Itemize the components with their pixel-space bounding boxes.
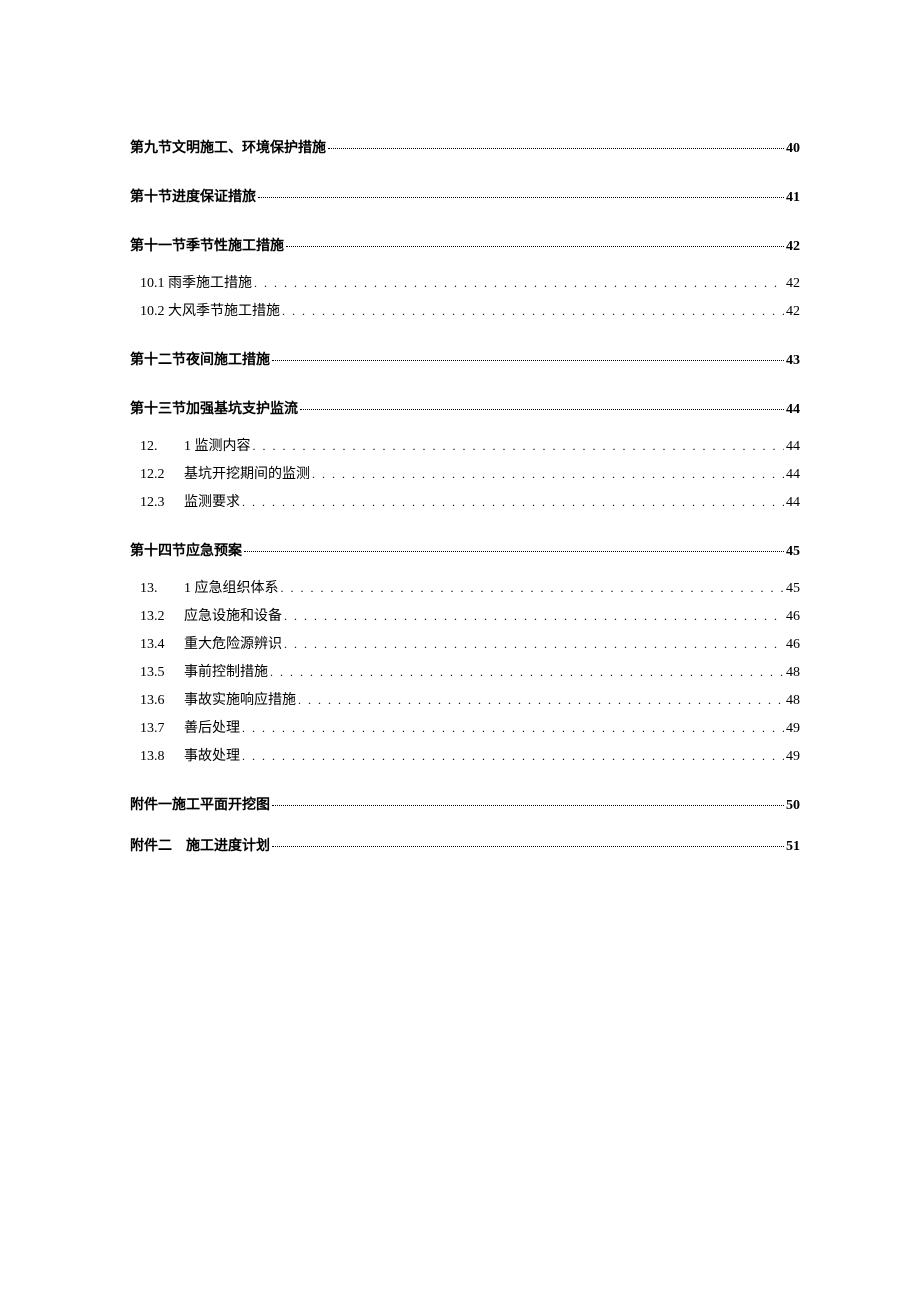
toc-page: 44	[786, 399, 800, 420]
toc-page: 41	[786, 187, 800, 208]
toc-entry: 附件二 施工进度计划 51	[130, 836, 800, 857]
toc-leader	[272, 804, 784, 806]
toc-page: 44	[786, 436, 800, 457]
toc-sub-block: 12.1 监测内容 44 12.2基坑开挖期间的监测 44 12.3监测要求 4…	[130, 436, 800, 513]
toc-sub-label: 13.2应急设施和设备	[140, 606, 282, 627]
toc-sub-entry: 13.2应急设施和设备 46	[140, 606, 800, 627]
toc-sub-block: 13.1 应急组织体系 45 13.2应急设施和设备 46 13.4重大危险源辨…	[130, 578, 800, 767]
toc-sub-entry: 10.1 雨季施工措施 42	[140, 273, 800, 294]
toc-leader	[258, 196, 784, 198]
toc-label: 第十四节应急预案	[130, 541, 242, 562]
toc-page: 40	[786, 138, 800, 159]
toc-page: 51	[786, 836, 800, 857]
toc-leader	[284, 635, 784, 653]
toc-leader	[284, 607, 784, 625]
toc-entry: 附件一施工平面开挖图 50	[130, 795, 800, 816]
toc-leader	[242, 747, 784, 765]
toc-sub-label: 13.8事故处理	[140, 746, 240, 767]
toc-page: 44	[786, 492, 800, 513]
toc-page: 42	[786, 301, 800, 322]
toc-sub-entry: 13.5事前控制措施 48	[140, 662, 800, 683]
toc-label: 第十二节夜间施工措施	[130, 350, 270, 371]
toc-leader	[298, 691, 784, 709]
toc-sub-entry: 13.7善后处理 49	[140, 718, 800, 739]
toc-page: 42	[786, 236, 800, 257]
toc-sub-label: 12.1 监测内容	[140, 436, 251, 457]
toc-page: 44	[786, 464, 800, 485]
toc-page: 46	[786, 606, 800, 627]
toc-entry: 第十三节加强基坑支护监流 44	[130, 399, 800, 420]
toc-leader	[312, 465, 784, 483]
toc-sub-label: 10.1 雨季施工措施	[140, 273, 252, 294]
toc-leader	[244, 550, 784, 552]
toc-page: 45	[786, 578, 800, 599]
toc-page: 49	[786, 718, 800, 739]
toc-page: 50	[786, 795, 800, 816]
toc-leader	[242, 493, 784, 511]
toc-sub-label: 13.7善后处理	[140, 718, 240, 739]
toc-sub-entry: 12.1 监测内容 44	[140, 436, 800, 457]
toc-entry: 第十二节夜间施工措施 43	[130, 350, 800, 371]
toc-leader	[281, 579, 785, 597]
toc-page: 48	[786, 690, 800, 711]
toc-sub-label: 13.6事故实施响应措施	[140, 690, 296, 711]
toc-sub-entry: 13.4重大危险源辨识 46	[140, 634, 800, 655]
toc-leader	[282, 302, 784, 320]
toc-label: 附件一施工平面开挖图	[130, 795, 270, 816]
toc-sub-label: 13.5事前控制措施	[140, 662, 268, 683]
toc-page: 46	[786, 634, 800, 655]
toc-sub-label: 13.4重大危险源辨识	[140, 634, 282, 655]
toc-label: 第九节文明施工、环境保护措施	[130, 138, 326, 159]
toc-label: 第十一节季节性施工措施	[130, 236, 284, 257]
toc-leader	[242, 719, 784, 737]
toc-sub-entry: 13.1 应急组织体系 45	[140, 578, 800, 599]
toc-label: 第十三节加强基坑支护监流	[130, 399, 298, 420]
toc-leader	[300, 408, 784, 410]
toc-page: 43	[786, 350, 800, 371]
toc-sub-entry: 12.3监测要求 44	[140, 492, 800, 513]
toc-leader	[328, 147, 784, 149]
toc-leader	[253, 437, 785, 455]
toc-entry: 第十节进度保证措旅 41	[130, 187, 800, 208]
toc-entry: 第十四节应急预案 45	[130, 541, 800, 562]
toc-leader	[286, 245, 784, 247]
toc-label: 附件二 施工进度计划	[130, 836, 270, 857]
toc-sub-label: 10.2 大风季节施工措施	[140, 301, 280, 322]
toc-page: 42	[786, 273, 800, 294]
toc-sub-entry: 13.6事故实施响应措施 48	[140, 690, 800, 711]
toc-sub-label: 13.1 应急组织体系	[140, 578, 279, 599]
toc-entry: 第十一节季节性施工措施 42	[130, 236, 800, 257]
toc-sub-label: 12.2基坑开挖期间的监测	[140, 464, 310, 485]
toc-page: 49	[786, 746, 800, 767]
toc-sub-entry: 13.8事故处理 49	[140, 746, 800, 767]
toc-sub-label: 12.3监测要求	[140, 492, 240, 513]
toc-entry: 第九节文明施工、环境保护措施 40	[130, 138, 800, 159]
toc-page: 45	[786, 541, 800, 562]
toc-sub-block: 10.1 雨季施工措施 42 10.2 大风季节施工措施 42	[130, 273, 800, 322]
toc-sub-entry: 12.2基坑开挖期间的监测 44	[140, 464, 800, 485]
toc-leader	[272, 359, 784, 361]
document-page: 第九节文明施工、环境保护措施 40 第十节进度保证措旅 41 第十一节季节性施工…	[0, 0, 920, 1301]
toc-page: 48	[786, 662, 800, 683]
toc-leader	[254, 274, 784, 292]
toc-sub-entry: 10.2 大风季节施工措施 42	[140, 301, 800, 322]
toc-leader	[272, 845, 784, 847]
toc-leader	[270, 663, 784, 681]
toc-label: 第十节进度保证措旅	[130, 187, 256, 208]
